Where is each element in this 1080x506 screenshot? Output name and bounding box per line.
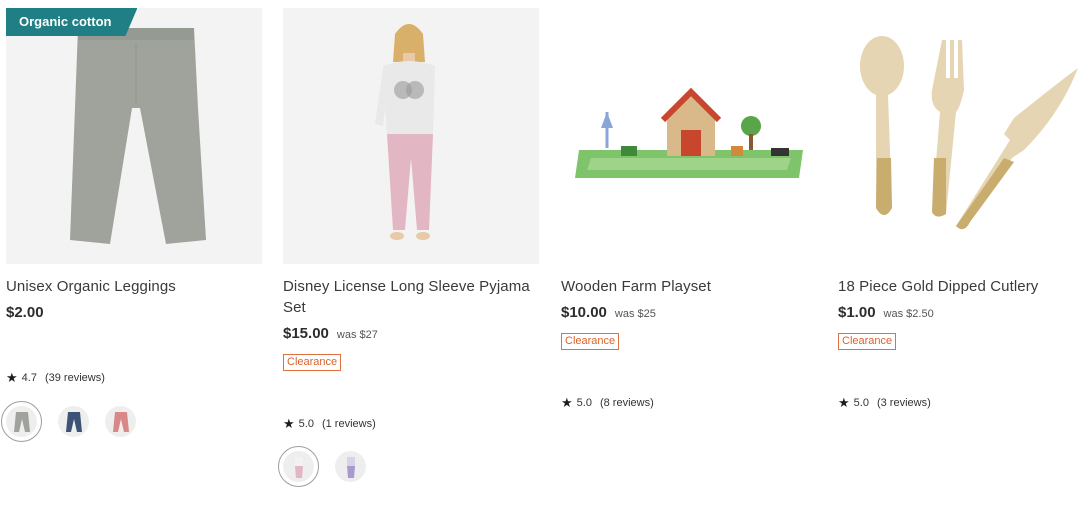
clearance-badge: Clearance	[561, 333, 620, 350]
leggings-icon	[13, 411, 30, 432]
review-count[interactable]: (3 reviews)	[877, 397, 931, 409]
review-count[interactable]: (8 reviews)	[600, 397, 654, 409]
product-price: $10.00	[561, 304, 607, 321]
rating: ★ 5.0 (3 reviews)	[838, 395, 931, 411]
product-title[interactable]: 18 Piece Gold Dipped Cutlery	[838, 276, 1080, 297]
review-count[interactable]: (1 reviews)	[322, 418, 376, 430]
star-icon: ★	[561, 395, 573, 410]
star-icon: ★	[838, 395, 850, 410]
product-card[interactable]: Wooden Farm Playset $10.00 was $25 Clear…	[561, 8, 817, 410]
rating: ★ 5.0 (1 reviews)	[283, 416, 376, 432]
was-price: was $2.50	[883, 308, 934, 320]
product-card[interactable]: 18 Piece Gold Dipped Cutlery $1.00 was $…	[838, 8, 1080, 410]
product-image[interactable]: Organic cotton	[6, 8, 262, 264]
swatch-navy[interactable]	[58, 406, 89, 437]
price-row: $2.00	[6, 304, 262, 321]
product-image[interactable]	[561, 8, 817, 264]
price-row: $1.00 was $2.50	[838, 304, 1080, 321]
rating: ★ 5.0 (8 reviews)	[561, 395, 654, 411]
swatch-grey[interactable]	[1, 401, 42, 442]
price-row: $10.00 was $25	[561, 304, 817, 321]
product-price: $15.00	[283, 325, 329, 342]
swatch-lilac[interactable]	[335, 451, 366, 482]
leggings-icon	[112, 411, 129, 432]
rating-value: 5.0	[298, 418, 314, 430]
was-price: was $27	[336, 329, 378, 341]
pyjama-model-image	[375, 24, 435, 240]
review-count[interactable]: (39 reviews)	[45, 372, 105, 384]
product-image[interactable]	[838, 8, 1080, 264]
color-swatches	[278, 446, 366, 487]
product-title[interactable]: Unisex Organic Leggings	[6, 276, 262, 297]
product-image[interactable]	[283, 8, 539, 264]
product-price: $1.00	[838, 304, 876, 321]
leggings-icon	[65, 411, 82, 432]
rating-value: 4.7	[21, 372, 37, 384]
product-price: $2.00	[6, 304, 44, 321]
swatch-pink[interactable]	[105, 406, 136, 437]
pyjama-icon	[294, 456, 303, 478]
clearance-badge: Clearance	[838, 333, 897, 350]
product-card[interactable]: Disney License Long Sleeve Pyjama Set $1…	[278, 8, 539, 487]
pyjama-icon	[346, 456, 355, 478]
color-swatches	[1, 401, 136, 442]
rating-value: 5.0	[853, 397, 869, 409]
cutlery-image	[860, 36, 1078, 230]
product-title[interactable]: Disney License Long Sleeve Pyjama Set	[283, 276, 539, 318]
was-price: was $25	[614, 308, 656, 320]
rating: ★ 4.7 (39 reviews)	[6, 370, 105, 386]
rating-value: 5.0	[576, 397, 592, 409]
price-row: $15.00 was $27	[283, 325, 539, 342]
organic-badge: Organic cotton	[6, 8, 137, 36]
product-card[interactable]: Organic cotton Unisex Organic Leggings $…	[1, 8, 262, 442]
swatch-pink[interactable]	[278, 446, 319, 487]
star-icon: ★	[283, 416, 295, 431]
product-title[interactable]: Wooden Farm Playset	[561, 276, 817, 297]
clearance-badge: Clearance	[283, 354, 342, 371]
farm-playset-image	[575, 87, 803, 178]
star-icon: ★	[6, 370, 18, 385]
leggings-image	[70, 28, 206, 244]
